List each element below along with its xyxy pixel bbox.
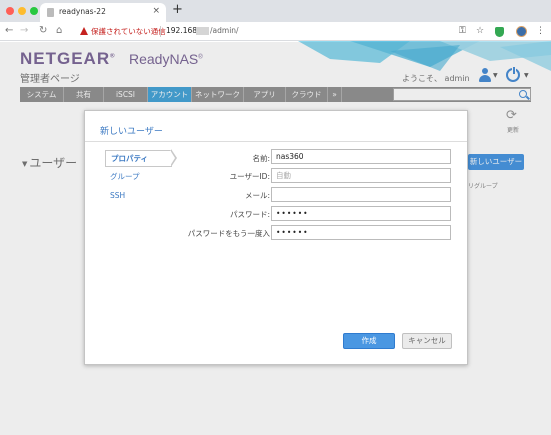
browser-toolbar: ← → ↻ ⌂ 保護されていない通信 192.168. /admin/ ⚿ ☆ … [0,22,551,41]
url-path[interactable]: /admin/ [210,26,239,35]
warning-icon[interactable] [80,27,88,35]
address-divider [160,26,161,37]
menu-icon[interactable]: ⋮ [536,25,545,37]
user-id-label: ユーザーID: [229,172,270,181]
browser-tab[interactable]: readynas-22 × [40,3,166,22]
name-label: 名前: [252,154,270,163]
reload-icon[interactable]: ↻ [39,24,47,38]
sidebar-item-label: プロパティ [111,154,149,163]
window-close-icon[interactable] [6,7,14,15]
shield-extension-icon[interactable] [495,27,504,37]
email-field[interactable] [271,187,451,202]
create-button[interactable]: 作成 [343,333,395,349]
tab-title: readynas-22 [59,7,106,16]
star-icon[interactable]: ☆ [476,25,484,37]
tab-close-icon[interactable]: × [152,6,160,16]
name-field[interactable] [271,149,451,164]
new-tab-button[interactable]: + [172,3,183,17]
profile-icon[interactable] [516,26,527,37]
forward-icon[interactable]: → [20,24,28,38]
page-favicon-icon [47,8,54,17]
email-label: メール: [244,191,270,200]
dialog-title: 新しいユーザー [100,127,163,137]
home-icon[interactable]: ⌂ [56,24,62,38]
cancel-button[interactable]: キャンセル [402,333,452,349]
password-field[interactable] [271,206,451,221]
back-icon[interactable]: ← [5,24,13,38]
browser-tab-bar: readynas-22 × + [0,0,551,22]
window-minimize-icon[interactable] [18,7,26,15]
password-confirm-field[interactable] [271,225,451,240]
security-status[interactable]: 保護されていない通信 [91,26,166,37]
password-label: パスワード: [229,210,270,219]
key-icon[interactable]: ⚿ [459,25,466,37]
sidebar-item-groups[interactable]: グループ [110,171,140,182]
url-redaction [196,27,209,35]
dialog-divider [85,141,467,142]
window-maximize-icon[interactable] [30,7,38,15]
user-id-field[interactable] [271,168,451,183]
new-user-dialog: 新しいユーザー プロパティ グループ SSH 名前: ユーザーID: メール: … [84,110,468,365]
password-confirm-label: パスワードをもう一度入 [187,229,270,238]
url-host[interactable]: 192.168. [166,26,199,35]
sidebar-item-ssh[interactable]: SSH [110,191,125,200]
